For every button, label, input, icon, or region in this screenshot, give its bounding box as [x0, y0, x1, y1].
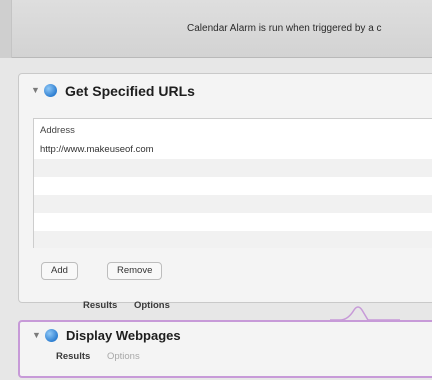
workflow-header-bar: Calendar Alarm is run when triggered by …	[0, 0, 432, 58]
table-row[interactable]: http://www.makeuseof.com	[34, 141, 432, 159]
url-cell[interactable]: http://www.makeuseof.com	[40, 144, 154, 155]
tab-options[interactable]: Options	[107, 351, 140, 362]
table-row[interactable]	[34, 213, 432, 231]
workflow-trigger-message: Calendar Alarm is run when triggered by …	[187, 23, 382, 34]
action-title: Get Specified URLs	[65, 83, 195, 99]
action-tabs: Results Options	[56, 351, 154, 362]
automator-action-icon	[45, 329, 58, 342]
action-header[interactable]: ▼ Get Specified URLs	[19, 74, 432, 108]
add-url-button[interactable]: Add	[41, 262, 78, 280]
remove-url-button[interactable]: Remove	[107, 262, 163, 280]
left-pane-edge	[0, 0, 12, 58]
urls-table[interactable]: Address http://www.makeuseof.com	[33, 118, 432, 248]
table-row[interactable]	[34, 231, 432, 248]
workflow-area: ▼ Get Specified URLs Address http://www.…	[0, 58, 432, 380]
action-tabs: Results Options	[83, 300, 184, 311]
disclosure-triangle-icon[interactable]: ▼	[32, 330, 41, 340]
action-card-get-specified-urls[interactable]: ▼ Get Specified URLs Address http://www.…	[18, 73, 432, 311]
table-row[interactable]	[34, 177, 432, 195]
table-row[interactable]	[34, 159, 432, 177]
automator-action-icon	[44, 84, 57, 97]
column-header-address[interactable]: Address	[40, 125, 75, 136]
disclosure-triangle-icon[interactable]: ▼	[31, 85, 40, 95]
table-row[interactable]	[34, 195, 432, 213]
action-card-display-webpages[interactable]: ▼ Display Webpages Results Options	[18, 320, 432, 378]
tab-options[interactable]: Options	[134, 300, 170, 311]
tab-results[interactable]: Results	[56, 351, 90, 362]
tab-results[interactable]: Results	[83, 300, 117, 311]
action-title: Display Webpages	[66, 328, 181, 343]
